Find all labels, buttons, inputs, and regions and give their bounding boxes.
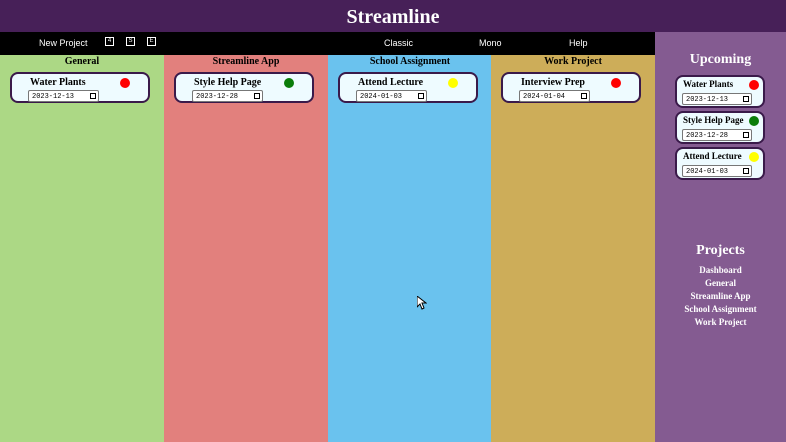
column-title: General	[64, 56, 100, 67]
upcoming-task-title: Style Help Page	[683, 115, 744, 125]
e-icon[interactable]: E	[147, 37, 156, 46]
task-card[interactable]: Water Plants 2023-12-13	[10, 72, 150, 103]
calendar-icon[interactable]	[743, 168, 749, 174]
status-dot-icon[interactable]	[749, 152, 759, 162]
project-link-work-project[interactable]: Work Project	[655, 316, 786, 329]
calendar-icon[interactable]	[418, 93, 424, 99]
date-input[interactable]: 2023-12-28	[192, 90, 263, 102]
status-dot-icon[interactable]	[448, 78, 458, 88]
column-title: Work Project	[544, 56, 602, 67]
upcoming-card[interactable]: Style Help Page 2023-12-28	[675, 111, 765, 144]
task-card[interactable]: Attend Lecture 2024-01-03	[338, 72, 478, 103]
task-title: Attend Lecture	[358, 77, 424, 88]
four-icon[interactable]: 4	[105, 37, 114, 46]
task-title: Interview Prep	[521, 77, 585, 88]
column-streamline-app: Streamline App Style Help Page 2023-12-2…	[164, 55, 328, 442]
date-input[interactable]: 2024-01-03	[356, 90, 427, 102]
date-input[interactable]: 2023-12-13	[28, 90, 99, 102]
upcoming-task-title: Attend Lecture	[683, 151, 742, 161]
app-title: Streamline	[346, 6, 440, 28]
app-header: Streamline	[0, 0, 786, 32]
date-value: 2023-12-28	[686, 132, 729, 140]
project-link-dashboard[interactable]: Dashboard	[655, 264, 786, 277]
column-school-assignment: School Assignment Attend Lecture 2024-01…	[328, 55, 492, 442]
project-link-streamline-app[interactable]: Streamline App	[655, 290, 786, 303]
calendar-icon[interactable]	[743, 132, 749, 138]
date-input[interactable]: 2024-01-04	[519, 90, 590, 102]
status-dot-icon[interactable]	[611, 78, 621, 88]
status-dot-icon[interactable]	[749, 116, 759, 126]
status-dot-icon[interactable]	[749, 80, 759, 90]
upcoming-card[interactable]: Water Plants 2023-12-13	[675, 75, 765, 108]
date-value: 2024-01-03	[360, 93, 403, 101]
task-title: Water Plants	[30, 77, 86, 88]
projects-title: Projects	[696, 243, 745, 258]
task-card[interactable]: Interview Prep 2024-01-04	[501, 72, 641, 103]
task-title: Style Help Page	[194, 77, 262, 88]
column-title: Streamline App	[212, 56, 280, 67]
project-link-school-assignment[interactable]: School Assignment	[655, 303, 786, 316]
date-value: 2023-12-13	[32, 93, 75, 101]
date-input[interactable]: 2023-12-28	[682, 129, 752, 141]
status-dot-icon[interactable]	[284, 78, 294, 88]
column-title: School Assignment	[369, 56, 451, 67]
upcoming-title: Upcoming	[689, 52, 752, 67]
theme-classic-button[interactable]: Classic	[384, 38, 413, 48]
upcoming-card[interactable]: Attend Lecture 2024-01-03	[675, 147, 765, 180]
theme-mono-button[interactable]: Mono	[479, 38, 502, 48]
upcoming-task-title: Water Plants	[683, 79, 734, 89]
projects-list: Dashboard General Streamline App School …	[655, 264, 786, 329]
calendar-icon[interactable]	[90, 93, 96, 99]
column-work-project: Work Project Interview Prep 2024-01-04	[491, 55, 655, 442]
date-value: 2023-12-28	[196, 93, 239, 101]
column-general: General Water Plants 2023-12-13	[0, 55, 164, 442]
calendar-icon[interactable]	[743, 96, 749, 102]
date-input[interactable]: 2024-01-03	[682, 165, 752, 177]
date-value: 2023-12-13	[686, 96, 729, 104]
status-dot-icon[interactable]	[120, 78, 130, 88]
sidebar: Upcoming Water Plants 2023-12-13 Style H…	[655, 32, 786, 442]
s-icon[interactable]: S	[126, 37, 135, 46]
date-value: 2024-01-04	[523, 93, 566, 101]
task-card[interactable]: Style Help Page 2023-12-28	[174, 72, 314, 103]
date-input[interactable]: 2023-12-13	[682, 93, 752, 105]
calendar-icon[interactable]	[254, 93, 260, 99]
toolbar: New Project 4 S E Classic Mono Help	[0, 32, 655, 55]
help-button[interactable]: Help	[569, 38, 588, 48]
project-link-general[interactable]: General	[655, 277, 786, 290]
calendar-icon[interactable]	[581, 93, 587, 99]
date-value: 2024-01-03	[686, 168, 729, 176]
new-project-button[interactable]: New Project	[39, 38, 88, 48]
